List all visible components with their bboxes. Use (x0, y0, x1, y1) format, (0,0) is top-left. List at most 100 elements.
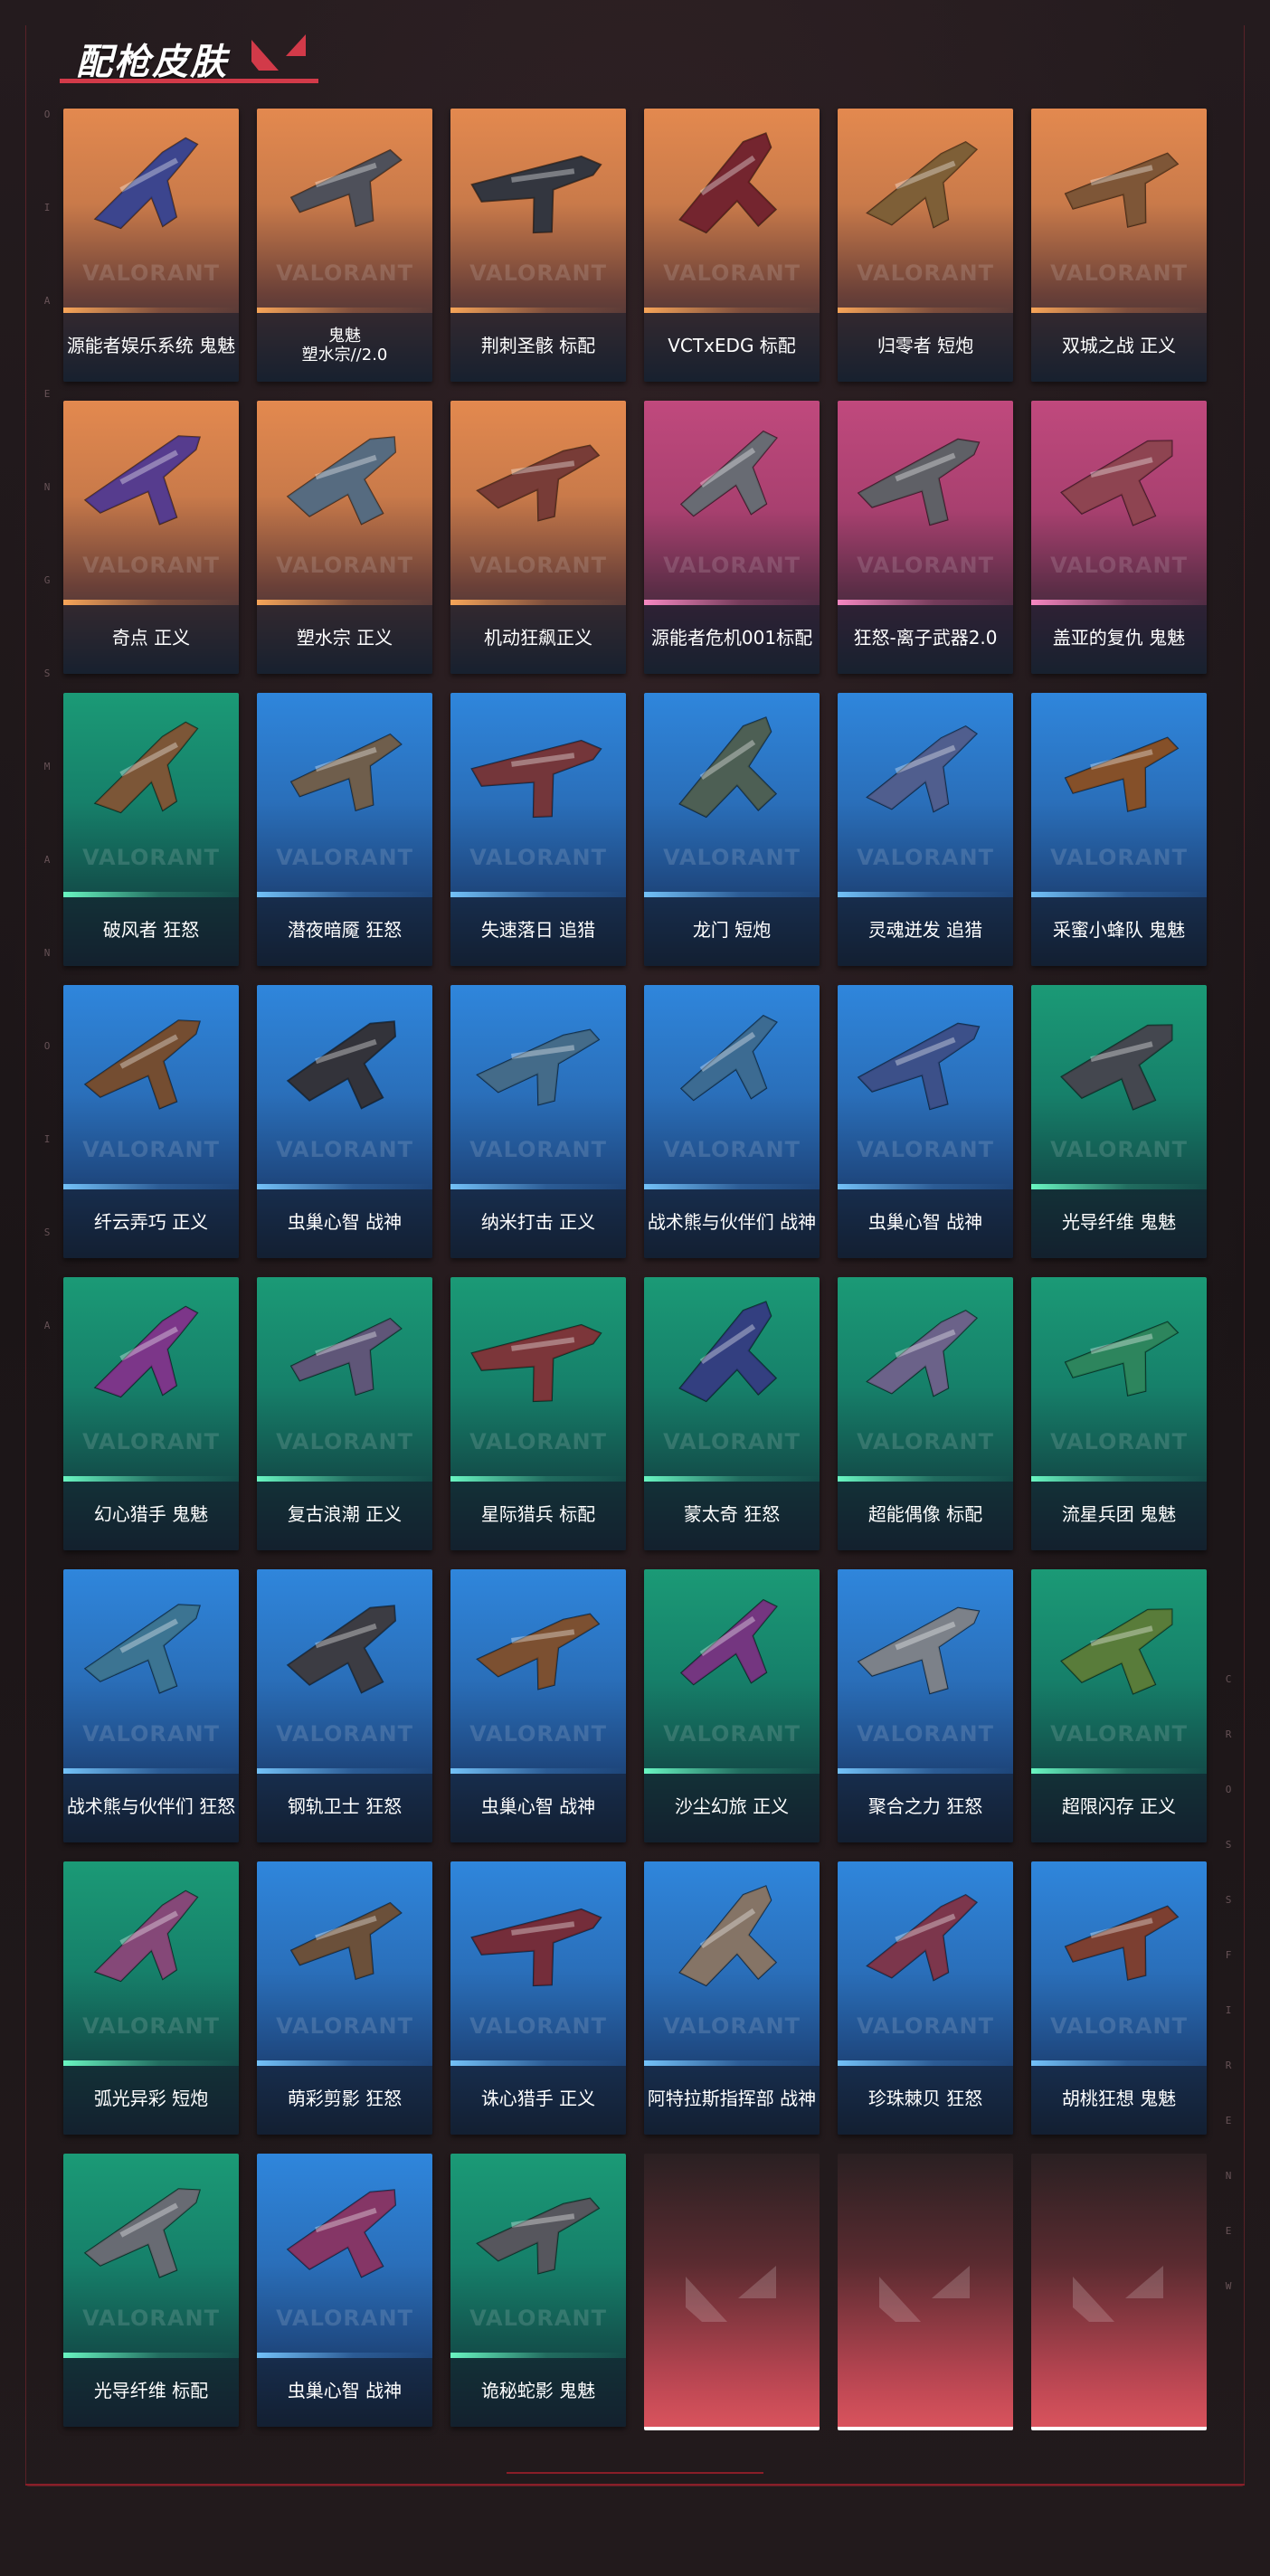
skin-card[interactable]: VALORANT 龙门 短炮 (644, 693, 820, 966)
card-glow-bar (644, 308, 820, 313)
skin-card[interactable]: VALORANT 鬼魅 塑水宗//2.0 (257, 109, 432, 382)
pistol-skin-icon (857, 438, 981, 526)
card-glow-bar (450, 2060, 626, 2066)
skin-card[interactable]: VALORANT 奇点 正义 (63, 401, 239, 674)
side-letter: O (43, 1040, 51, 1052)
valorant-watermark: VALORANT (82, 2013, 220, 2039)
skin-card[interactable]: VALORANT 潜夜暗魇 狂怒 (257, 693, 432, 966)
skin-card[interactable]: VALORANT 灵魂迸发 追猎 (838, 693, 1013, 966)
skin-name: 归零者 短炮 (877, 335, 974, 356)
skin-name: 超限闪存 正义 (1061, 1795, 1177, 1817)
valorant-watermark: VALORANT (469, 2306, 607, 2331)
valorant-watermark: VALORANT (82, 1721, 220, 1747)
skin-card[interactable]: VALORANT 失速落日 追猎 (450, 693, 626, 966)
skin-card[interactable]: VALORANT 机动狂飙正义 (450, 401, 626, 674)
card-glow-bar (63, 1476, 239, 1482)
skin-card[interactable]: VALORANT 双城之战 正义 (1031, 109, 1207, 382)
frame-bottom-notch (507, 2472, 763, 2486)
valorant-watermark: VALORANT (857, 845, 994, 870)
skin-card[interactable]: VALORANT 虫巢心智 战神 (257, 2154, 432, 2427)
skin-card[interactable]: VALORANT 超能偶像 标配 (838, 1277, 1013, 1550)
skin-card[interactable]: VALORANT 珍珠棘贝 狂怒 (838, 1861, 1013, 2135)
skin-name: 胡桃狂想 鬼魅 (1061, 2088, 1177, 2109)
card-glow-bar (63, 892, 239, 897)
skin-card[interactable]: VALORANT 沙尘幻旅 正义 (644, 1569, 820, 1842)
card-glow-bar (838, 1768, 1013, 1774)
skin-name: 塑水宗 正义 (296, 627, 393, 649)
card-glow-bar (63, 1768, 239, 1774)
skin-card[interactable]: VALORANT 复古浪潮 正义 (257, 1277, 432, 1550)
skin-card[interactable]: VALORANT 超限闪存 正义 (1031, 1569, 1207, 1842)
pistol-skin-icon (476, 2197, 601, 2275)
skin-card[interactable]: VALORANT 破风者 狂怒 (63, 693, 239, 966)
valorant-logo-icon (686, 2266, 776, 2322)
skin-card[interactable]: VALORANT 光导纤维 鬼魅 (1031, 985, 1207, 1258)
skin-name: 星际猎兵 标配 (480, 1503, 596, 1525)
skin-name: 复古浪潮 正义 (287, 1503, 403, 1525)
pistol-skin-icon (286, 2189, 396, 2278)
valorant-logo-icon (879, 2266, 970, 2322)
skin-card[interactable]: VALORANT 战术熊与伙伴们 狂怒 (63, 1569, 239, 1842)
skin-card[interactable]: VALORANT 虫巢心智 战神 (450, 1569, 626, 1842)
side-letter: N (1225, 2170, 1232, 2182)
valorant-watermark: VALORANT (82, 845, 220, 870)
skin-card[interactable]: VALORANT 战术熊与伙伴们 战神 (644, 985, 820, 1258)
skin-card[interactable]: VALORANT 塑水宗 正义 (257, 401, 432, 674)
skin-card[interactable]: VALORANT 荆刺圣骸 标配 (450, 109, 626, 382)
skin-card[interactable]: VALORANT 弧光异彩 短炮 (63, 1861, 239, 2135)
skin-name: 狂怒-离子武器2.0 (853, 627, 998, 649)
skin-card[interactable]: VALORANT 胡桃狂想 鬼魅 (1031, 1861, 1207, 2135)
empty-card (644, 2154, 820, 2430)
skin-card[interactable]: VALORANT 归零者 短炮 (838, 109, 1013, 382)
skin-name: 盖亚的复仇 鬼魅 (1052, 627, 1186, 649)
valorant-watermark: VALORANT (469, 553, 607, 578)
skin-card[interactable]: VALORANT 狂怒-离子武器2.0 (838, 401, 1013, 674)
skin-card[interactable]: VALORANT VCTxEDG 标配 (644, 109, 820, 382)
valorant-watermark: VALORANT (857, 2013, 994, 2039)
skin-card[interactable]: VALORANT 钢轨卫士 狂怒 (257, 1569, 432, 1842)
pistol-skin-icon (83, 435, 201, 526)
skin-card[interactable]: VALORANT 流星兵团 鬼魅 (1031, 1277, 1207, 1550)
skin-name: 双城之战 正义 (1061, 335, 1177, 356)
valorant-watermark: VALORANT (857, 1429, 994, 1454)
skin-card[interactable]: VALORANT 蒙太奇 狂怒 (644, 1277, 820, 1550)
card-glow-bar (1031, 1184, 1207, 1189)
skin-card[interactable]: VALORANT 虫巢心智 战神 (257, 985, 432, 1258)
skin-card[interactable]: VALORANT 盖亚的复仇 鬼魅 (1031, 401, 1207, 674)
side-letter: A (43, 295, 51, 307)
pistol-skin-icon (678, 716, 778, 819)
skin-name: 聚合之力 狂怒 (867, 1795, 983, 1817)
pistol-skin-icon (93, 721, 199, 814)
skin-card[interactable]: VALORANT 诛心猎手 正义 (450, 1861, 626, 2135)
skin-card[interactable]: VALORANT 纳米打击 正义 (450, 985, 626, 1258)
card-glow-bar (450, 1768, 626, 1774)
skin-card[interactable]: VALORANT 萌彩剪影 狂怒 (257, 1861, 432, 2135)
pistol-skin-icon (857, 1022, 981, 1111)
skin-card[interactable]: VALORANT 纤云弄巧 正义 (63, 985, 239, 1258)
skin-card[interactable]: VALORANT 源能者娱乐系统 鬼魅 (63, 109, 239, 382)
side-letter: R (1225, 1728, 1232, 1740)
side-letter: R (1225, 2060, 1232, 2071)
skin-card[interactable]: VALORANT 聚合之力 狂怒 (838, 1569, 1013, 1842)
skin-card[interactable]: VALORANT 光导纤维 标配 (63, 2154, 239, 2427)
pistol-skin-icon (470, 1908, 602, 1987)
side-letter: O (1225, 1784, 1232, 1795)
skin-name: 破风者 狂怒 (102, 919, 200, 941)
skin-card[interactable]: VALORANT 幻心猎手 鬼魅 (63, 1277, 239, 1550)
pistol-skin-icon (93, 137, 199, 230)
skin-card[interactable]: VALORANT 采蜜小蜂队 鬼魅 (1031, 693, 1207, 966)
valorant-watermark: VALORANT (857, 1137, 994, 1162)
skin-card[interactable]: VALORANT 阿特拉斯指挥部 战神 (644, 1861, 820, 2135)
side-letter: A (43, 854, 51, 866)
skin-card[interactable]: VALORANT 源能者危机001标配 (644, 401, 820, 674)
skin-name: 纤云弄巧 正义 (93, 1211, 209, 1233)
skin-card[interactable]: VALORANT 星际猎兵 标配 (450, 1277, 626, 1550)
valorant-watermark: VALORANT (469, 845, 607, 870)
skin-card[interactable]: VALORANT 诡秘蛇影 鬼魅 (450, 2154, 626, 2427)
valorant-watermark: VALORANT (276, 260, 413, 286)
card-glow-bar (257, 1476, 432, 1482)
skin-name: 诡秘蛇影 鬼魅 (480, 2380, 596, 2401)
valorant-watermark: VALORANT (276, 1429, 413, 1454)
skin-card[interactable]: VALORANT 虫巢心智 战神 (838, 985, 1013, 1258)
pistol-skin-icon (866, 1309, 979, 1397)
